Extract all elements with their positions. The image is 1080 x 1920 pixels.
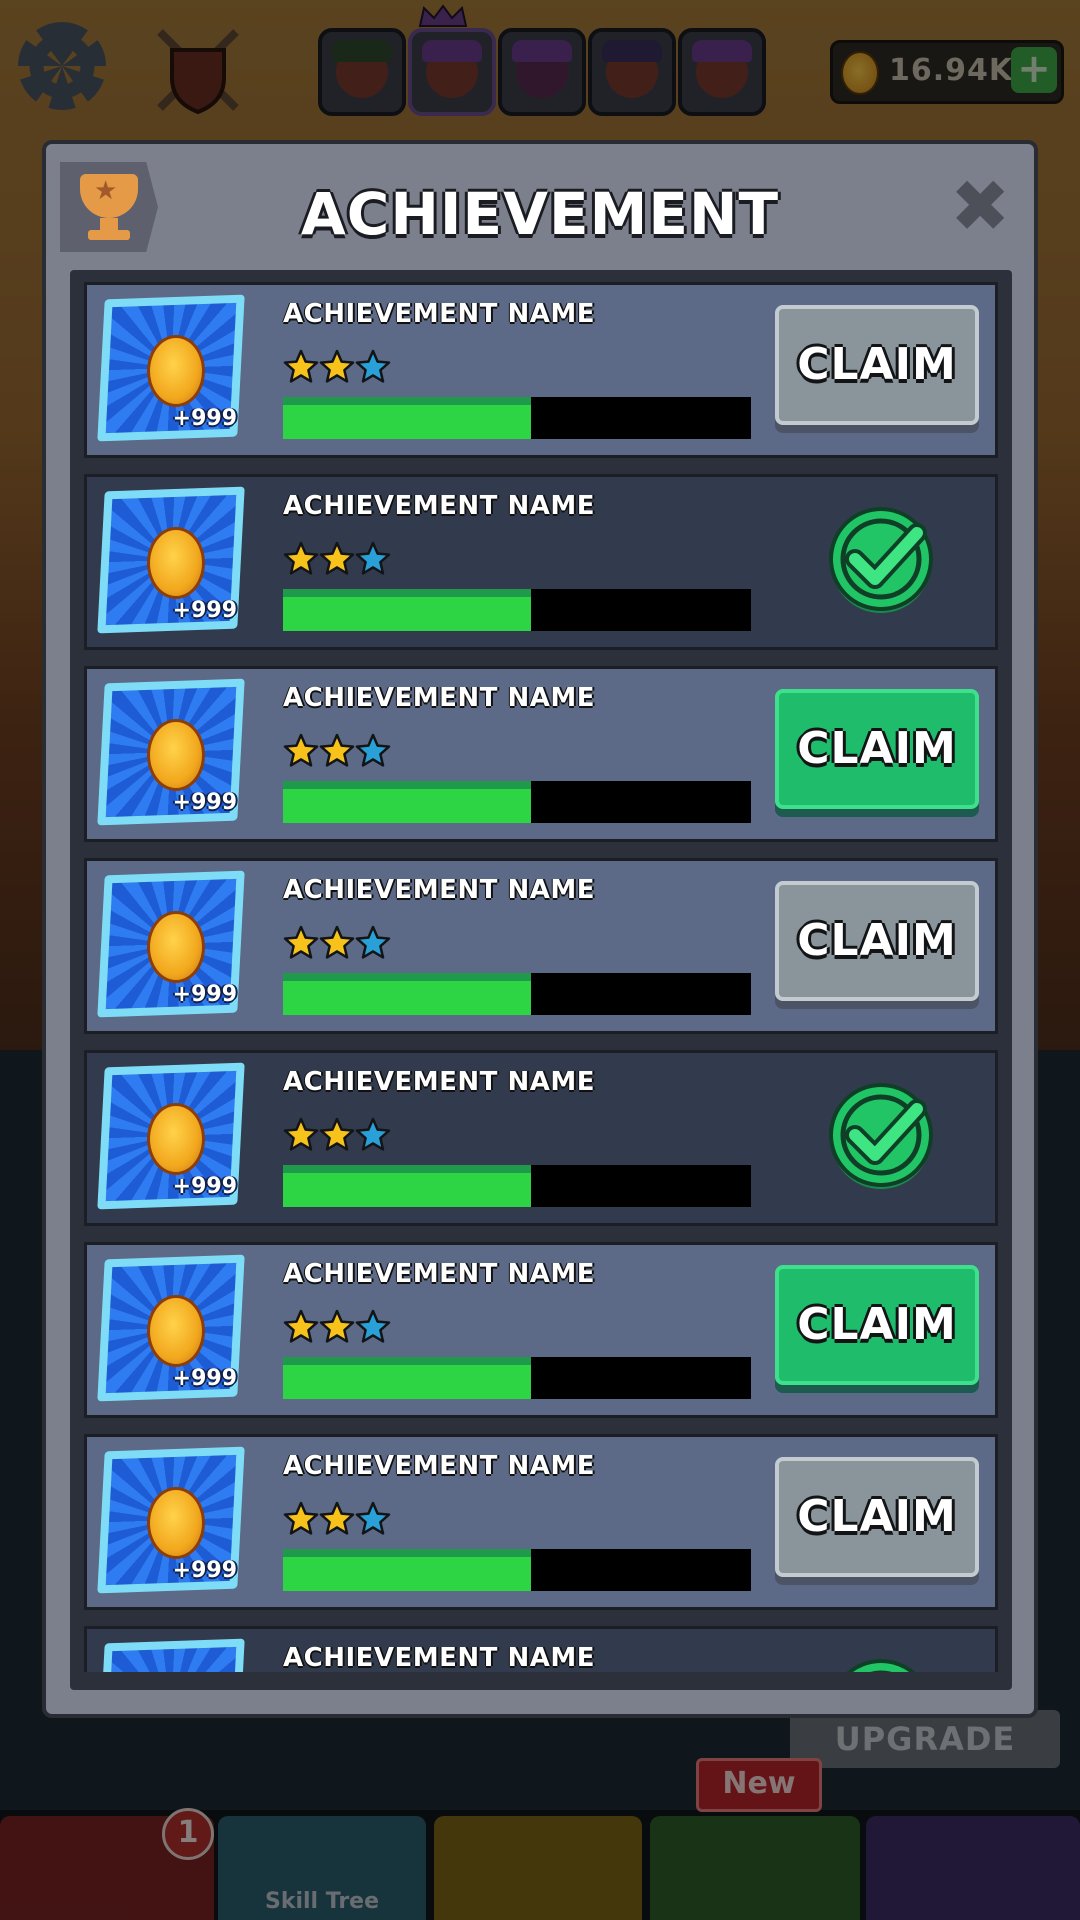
- reward-card: +999: [97, 486, 245, 634]
- progress-fill: [283, 781, 532, 823]
- star-rating: [283, 925, 391, 965]
- star-icon: [355, 349, 391, 383]
- progress-fill: [283, 1357, 532, 1399]
- progress-fill: [283, 397, 532, 439]
- achievement-row: +999 ACHIEVEMENT NAME CLAIM: [84, 1434, 998, 1610]
- claim-button[interactable]: CLAIM: [775, 1265, 979, 1385]
- coin-icon: [147, 1487, 205, 1559]
- coin-icon: [147, 1103, 205, 1175]
- star-icon: [283, 349, 319, 383]
- achievement-name: ACHIEVEMENT NAME: [283, 491, 595, 521]
- achievement-modal: ★ ACHIEVEMENT ✖ +999 ACHIEVEMENT NAME CL…: [42, 140, 1038, 1718]
- close-icon[interactable]: ✖: [950, 170, 1010, 242]
- reward-amount: +999: [172, 790, 237, 815]
- star-icon: [355, 1309, 391, 1343]
- star-icon: [355, 925, 391, 959]
- progress-fill: [283, 589, 532, 631]
- progress-bar: [283, 589, 751, 631]
- achievement-name: ACHIEVEMENT NAME: [283, 875, 595, 905]
- star-icon: [355, 1501, 391, 1535]
- progress-fill: [283, 1165, 532, 1207]
- star-rating: [283, 541, 391, 581]
- progress-bar: [283, 781, 751, 823]
- star-icon: [355, 733, 391, 767]
- reward-card: +999: [97, 678, 245, 826]
- reward-card: +999: [97, 870, 245, 1018]
- star-icon: [283, 1309, 319, 1343]
- claim-button[interactable]: CLAIM: [775, 305, 979, 425]
- achievement-name: ACHIEVEMENT NAME: [283, 1067, 595, 1097]
- star-icon: [319, 1501, 355, 1535]
- star-icon: [355, 541, 391, 575]
- achievement-name: ACHIEVEMENT NAME: [283, 683, 595, 713]
- star-icon: [283, 1501, 319, 1535]
- achievement-name: ACHIEVEMENT NAME: [283, 1259, 595, 1289]
- reward-amount: +999: [172, 406, 237, 431]
- reward-amount: +999: [172, 982, 237, 1007]
- achievement-row: +999 ACHIEVEMENT NAME CLAIM: [84, 282, 998, 458]
- star-rating: [283, 1309, 391, 1349]
- achievement-row: +999 ACHIEVEMENT NAME CLAIM: [84, 666, 998, 842]
- reward-card: +999: [97, 294, 245, 442]
- star-icon: [355, 1117, 391, 1151]
- achievement-list[interactable]: +999 ACHIEVEMENT NAME CLAIM +999 ACHIEVE…: [70, 270, 1012, 1690]
- star-rating: [283, 1117, 391, 1157]
- star-icon: [319, 349, 355, 383]
- achievement-row: +999 ACHIEVEMENT NAME CLAIM: [84, 858, 998, 1034]
- progress-bar: [283, 1357, 751, 1399]
- coin-icon: [147, 335, 205, 407]
- star-icon: [319, 541, 355, 575]
- achievement-row: +999 ACHIEVEMENT NAME: [84, 1050, 998, 1226]
- claim-button[interactable]: CLAIM: [775, 689, 979, 809]
- claim-button[interactable]: CLAIM: [775, 1457, 979, 1577]
- coin-icon: [147, 1295, 205, 1367]
- star-rating: [283, 1501, 391, 1541]
- reward-amount: +999: [172, 1366, 237, 1391]
- progress-bar: [283, 1165, 751, 1207]
- completed-check-icon: [825, 505, 937, 617]
- progress-bar: [283, 1549, 751, 1591]
- achievement-name: ACHIEVEMENT NAME: [283, 299, 595, 329]
- star-icon: [319, 1117, 355, 1151]
- achievement-name: ACHIEVEMENT NAME: [283, 1643, 595, 1672]
- reward-card: +999: [97, 1446, 245, 1594]
- star-rating: [283, 733, 391, 773]
- coin-icon: [147, 527, 205, 599]
- achievement-row: +999 ACHIEVEMENT NAME: [84, 474, 998, 650]
- progress-bar: [283, 397, 751, 439]
- star-icon: [283, 1117, 319, 1151]
- achievement-row: +999 ACHIEVEMENT NAME CLAIM: [84, 1242, 998, 1418]
- reward-amount: +999: [172, 598, 237, 623]
- reward-card: +999: [97, 1638, 245, 1672]
- reward-amount: +999: [172, 1558, 237, 1583]
- progress-fill: [283, 1549, 532, 1591]
- modal-title: ACHIEVEMENT: [300, 180, 780, 248]
- claim-button[interactable]: CLAIM: [775, 881, 979, 1001]
- reward-card: +999: [97, 1254, 245, 1402]
- completed-check-icon: [825, 1657, 937, 1672]
- star-icon: [283, 541, 319, 575]
- progress-fill: [283, 973, 532, 1015]
- reward-amount: +999: [172, 1174, 237, 1199]
- completed-check-icon: [825, 1081, 937, 1193]
- coin-icon: [147, 719, 205, 791]
- star-icon: [319, 1309, 355, 1343]
- star-icon: [319, 925, 355, 959]
- star-icon: [283, 733, 319, 767]
- star-icon: [283, 925, 319, 959]
- star-rating: [283, 349, 391, 389]
- progress-bar: [283, 973, 751, 1015]
- achievement-name: ACHIEVEMENT NAME: [283, 1451, 595, 1481]
- star-icon: [319, 733, 355, 767]
- achievement-row: +999 ACHIEVEMENT NAME: [84, 1626, 998, 1672]
- coin-icon: [147, 911, 205, 983]
- reward-card: +999: [97, 1062, 245, 1210]
